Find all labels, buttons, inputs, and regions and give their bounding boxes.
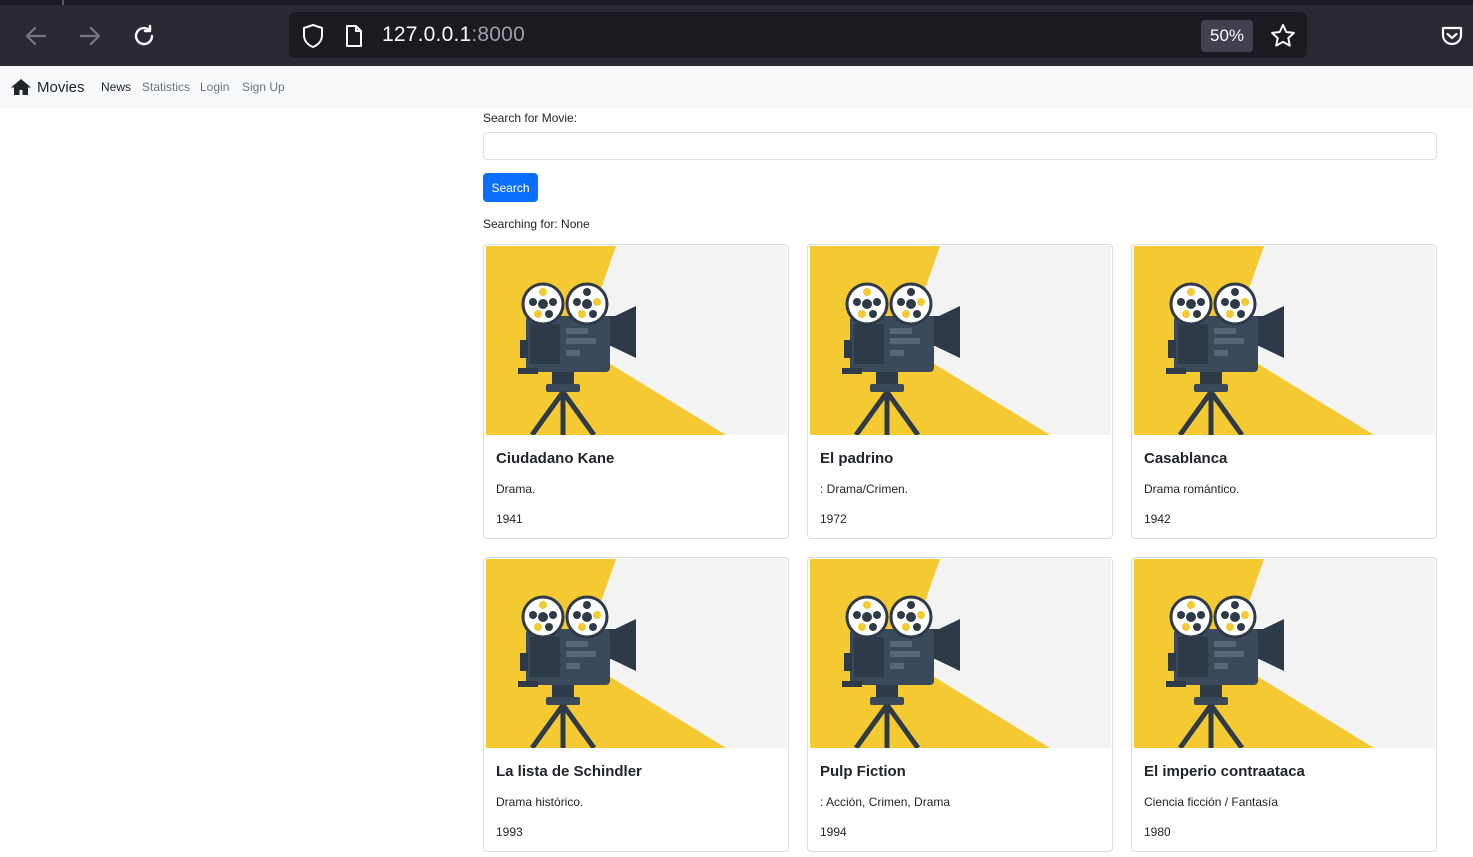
movie-genre: : Drama/Crimen. [820,482,909,496]
movie-title: El padrino [820,450,894,467]
movie-poster-image [1134,559,1435,750]
movie-poster-image [810,246,1111,437]
url-host: 127.0.0.1 [382,23,472,46]
nav-link-login[interactable]: Login [200,80,229,94]
movie-genre: : Acción, Crimen, Drama [820,795,951,809]
brand-link[interactable]: Movies [10,78,85,96]
movie-year: 1980 [1144,825,1171,839]
movie-year: 1942 [1144,512,1171,526]
movie-year: 1972 [820,512,847,526]
reload-icon [134,24,154,46]
home-icon [11,79,31,95]
search-input[interactable] [483,132,1437,160]
nav-link-signup[interactable]: Sign Up [242,80,285,94]
movie-year: 1941 [496,512,523,526]
movie-poster-image [1134,246,1435,437]
url-text[interactable]: 127.0.0.1:8000 [382,23,525,47]
movie-year: 1994 [820,825,847,839]
shield-icon[interactable] [300,23,326,49]
movie-poster-image [810,559,1111,750]
pocket-icon[interactable] [1439,23,1465,49]
back-button[interactable] [20,20,52,52]
star-icon[interactable] [1269,22,1297,50]
movie-poster-image [486,559,787,750]
movie-poster-image [486,246,787,437]
movie-card[interactable]: La lista de Schindler Drama histórico. 1… [483,557,789,852]
forward-button[interactable] [74,20,106,52]
movie-card[interactable]: Casablanca Drama romántico. 1942 [1131,244,1437,539]
tab-divider [62,0,64,5]
movie-genre: Drama histórico. [496,795,584,809]
search-label: Search for Movie: [483,111,578,125]
brand-text: Movies [37,78,85,96]
reload-button[interactable] [128,20,160,52]
tab-strip [0,0,1473,5]
movie-year: 1993 [496,825,523,839]
nav-link-statistics[interactable]: Statistics [142,80,190,94]
search-button[interactable]: Search [483,173,538,202]
zoom-level-badge[interactable]: 50% [1201,20,1253,52]
movie-title: Pulp Fiction [820,763,906,780]
nav-link-news[interactable]: News [101,80,131,94]
movie-title: La lista de Schindler [496,763,642,780]
movie-genre: Drama. [496,482,536,496]
movie-title: El imperio contraataca [1144,763,1305,780]
movie-card[interactable]: Pulp Fiction : Acción, Crimen, Drama 199… [807,557,1113,852]
movie-card[interactable]: El padrino : Drama/Crimen. 1972 [807,244,1113,539]
forward-arrow-icon [79,26,101,46]
url-port: :8000 [471,23,525,46]
movie-genre: Drama romántico. [1144,482,1240,496]
movie-genre: Ciencia ficción / Fantasía [1144,795,1279,809]
back-arrow-icon [25,26,47,46]
movie-card[interactable]: El imperio contraataca Ciencia ficción /… [1131,557,1437,852]
movie-title: Casablanca [1144,450,1228,467]
search-status: Searching for: None [483,217,590,231]
movie-title: Ciudadano Kane [496,450,615,467]
movie-card[interactable]: Ciudadano Kane Drama. 1941 [483,244,789,539]
page-icon[interactable] [343,24,365,48]
